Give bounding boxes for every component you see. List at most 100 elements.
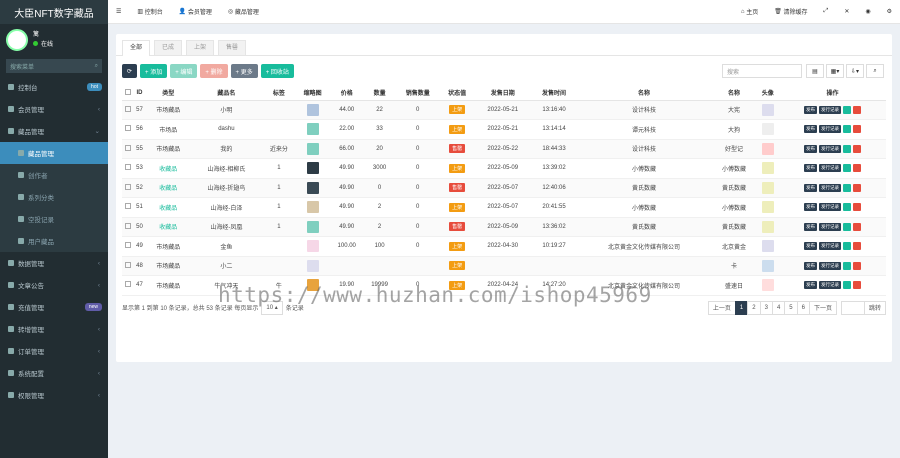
publish-button[interactable]: 发布	[804, 105, 818, 114]
row-checkbox[interactable]	[124, 242, 131, 249]
edit-icon[interactable]	[843, 281, 852, 290]
toggle-view-icon[interactable]: ▤	[806, 64, 824, 78]
row-checkbox[interactable]	[124, 144, 131, 151]
sidebar-item[interactable]: 藏品管理	[0, 142, 108, 164]
nav-members[interactable]: 👤 会员管理	[171, 0, 220, 24]
edit-icon[interactable]	[843, 164, 852, 173]
publish-button[interactable]: 发布	[804, 125, 818, 134]
publish-button[interactable]: 发布	[804, 242, 818, 251]
search-icon[interactable]: ⌕	[866, 64, 884, 78]
goto-page-input[interactable]	[840, 300, 865, 315]
publish-button[interactable]: 发布	[804, 281, 818, 290]
delete-icon[interactable]	[853, 125, 862, 134]
edit-icon[interactable]	[843, 203, 852, 212]
sidebar-item[interactable]: 空投记录	[0, 208, 108, 230]
nav-collections[interactable]: ◎ 藏品管理	[220, 0, 267, 24]
issue-record-button[interactable]: 发行记录	[819, 125, 842, 134]
sidebar-item[interactable]: 订单管理 ‹	[0, 340, 108, 362]
sidebar-item[interactable]: 会员管理 ‹	[0, 98, 108, 120]
publish-button[interactable]: 发布	[804, 203, 818, 212]
sidebar-item[interactable]: 控制台 hot	[0, 76, 108, 98]
settings-icon[interactable]: ⚙	[879, 0, 900, 24]
delete-icon[interactable]	[853, 222, 862, 231]
fullscreen-icon[interactable]: ⤢	[816, 0, 837, 24]
page-button[interactable]: 6	[796, 300, 810, 315]
issue-record-button[interactable]: 发行记录	[819, 261, 842, 270]
user-avatar-icon[interactable]: ◉	[857, 0, 878, 24]
toolbar-button[interactable]: + 编辑	[170, 64, 198, 78]
sidebar-toggle-icon[interactable]: ☰	[108, 0, 129, 24]
page-button[interactable]: 5	[784, 300, 798, 315]
page-button[interactable]: 4	[771, 300, 786, 315]
row-checkbox[interactable]	[124, 125, 131, 132]
toolbar-button[interactable]: + 更多	[230, 64, 258, 78]
sidebar-item[interactable]: 藏品管理 ⌄	[0, 120, 108, 142]
publish-button[interactable]: 发布	[804, 144, 818, 153]
publish-button[interactable]: 发布	[804, 164, 818, 173]
issue-record-button[interactable]: 发行记录	[819, 222, 842, 231]
row-checkbox[interactable]	[124, 281, 131, 288]
edit-icon[interactable]	[843, 261, 852, 270]
nav-dashboard[interactable]: ▥ 控制台	[129, 0, 170, 24]
publish-button[interactable]: 发布	[804, 261, 818, 270]
toolbar-button[interactable]: + 删除	[200, 64, 228, 78]
sidebar-item[interactable]: 文章公告 ‹	[0, 274, 108, 296]
page-button[interactable]: 上一页	[707, 300, 736, 315]
edit-icon[interactable]	[843, 183, 852, 192]
issue-record-button[interactable]: 发行记录	[819, 144, 842, 153]
issue-record-button[interactable]: 发行记录	[819, 242, 842, 251]
issue-record-button[interactable]: 发行记录	[819, 203, 842, 212]
issue-record-button[interactable]: 发行记录	[819, 164, 842, 173]
sidebar-search[interactable]: 搜索菜单 ⌕	[6, 59, 102, 73]
column-header[interactable]	[122, 86, 134, 101]
issue-record-button[interactable]: 发行记录	[819, 105, 842, 114]
publish-button[interactable]: 发布	[804, 183, 818, 192]
export-icon[interactable]: ⇩▾	[846, 64, 864, 78]
issue-record-button[interactable]: 发行记录	[819, 281, 842, 290]
tab-item[interactable]: 上架	[186, 40, 215, 55]
table-search-input[interactable]: 搜索	[722, 64, 802, 78]
sidebar-item[interactable]: 权限管理 ‹	[0, 384, 108, 406]
row-checkbox[interactable]	[124, 261, 131, 268]
page-button[interactable]: 1	[734, 300, 749, 315]
tab-item[interactable]: 售罄	[218, 40, 247, 55]
row-checkbox[interactable]	[124, 183, 131, 190]
refresh-icon[interactable]: ⟳	[122, 64, 138, 78]
home-link[interactable]: ⌂ 主页	[733, 0, 766, 24]
publish-button[interactable]: 发布	[804, 222, 818, 231]
edit-icon[interactable]	[843, 105, 852, 114]
page-button[interactable]: 2	[747, 300, 761, 315]
sidebar-item[interactable]: 充值管理 new	[0, 296, 108, 318]
sidebar-item[interactable]: 转增管理 ‹	[0, 318, 108, 340]
row-checkbox[interactable]	[124, 164, 131, 171]
delete-icon[interactable]	[853, 281, 862, 290]
delete-icon[interactable]	[853, 105, 862, 114]
delete-icon[interactable]	[853, 203, 862, 212]
page-button[interactable]: 3	[759, 300, 773, 315]
sidebar-item[interactable]: 数据管理 ‹	[0, 252, 108, 274]
toolbar-button[interactable]: + 添加	[140, 64, 168, 78]
sidebar-item[interactable]: 系列分类	[0, 186, 108, 208]
expand-icon[interactable]: ✕	[836, 0, 857, 24]
goto-button[interactable]: 跳转	[863, 300, 886, 315]
delete-icon[interactable]	[853, 242, 862, 251]
tab-item[interactable]: 全部	[122, 40, 151, 56]
issue-record-button[interactable]: 发行记录	[819, 183, 842, 192]
sidebar-item[interactable]: 创作者	[0, 164, 108, 186]
row-checkbox[interactable]	[124, 105, 131, 112]
edit-icon[interactable]	[843, 222, 852, 231]
delete-icon[interactable]	[853, 144, 862, 153]
edit-icon[interactable]	[843, 125, 852, 134]
edit-icon[interactable]	[843, 242, 852, 251]
row-checkbox[interactable]	[124, 203, 131, 210]
edit-icon[interactable]	[843, 144, 852, 153]
row-checkbox[interactable]	[124, 222, 131, 229]
select-all-checkbox[interactable]	[124, 88, 131, 95]
toolbar-button[interactable]: + 回收站	[260, 64, 294, 78]
delete-icon[interactable]	[853, 261, 862, 270]
tab-item[interactable]: 已成	[154, 40, 183, 55]
clear-cache-button[interactable]: 🗑 清除缓存	[766, 0, 815, 24]
sidebar-item[interactable]: 系统配置 ‹	[0, 362, 108, 384]
delete-icon[interactable]	[853, 183, 862, 192]
columns-icon[interactable]: ▦▾	[826, 64, 844, 78]
